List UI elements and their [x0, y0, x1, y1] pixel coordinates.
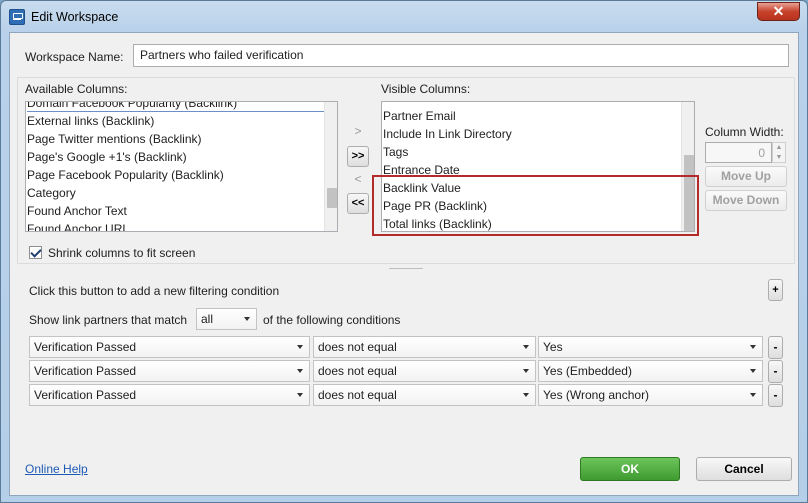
available-columns-list: Domain Facebook Popularity (Backlink) Ex…: [25, 101, 338, 232]
shrink-columns-checkbox[interactable]: [29, 246, 42, 259]
workspace-name-label: Workspace Name:: [25, 50, 124, 64]
available-column-item[interactable]: Found Anchor Text: [27, 202, 127, 220]
shrink-columns-label: Shrink columns to fit screen: [48, 246, 196, 260]
chevron-down-icon: [523, 345, 529, 349]
chevron-down-icon: [244, 317, 250, 321]
chevron-down-icon: [297, 393, 303, 397]
condition-value-select[interactable]: Yes (Wrong anchor): [538, 384, 763, 406]
chevron-down-icon: [297, 345, 303, 349]
condition-operator-select[interactable]: does not equal: [313, 384, 536, 406]
column-width-label: Column Width:: [705, 125, 784, 139]
match-mode-select[interactable]: all: [196, 308, 257, 330]
window-title: Edit Workspace: [31, 10, 119, 24]
scroll-thumb[interactable]: [327, 188, 337, 208]
close-button[interactable]: ✕: [757, 2, 800, 21]
condition-field-select[interactable]: Verification Passed: [29, 360, 310, 382]
filter-hint-text: Click this button to add a new filtering…: [29, 284, 280, 298]
chevron-down-icon: [523, 393, 529, 397]
remove-column-button[interactable]: <: [347, 169, 369, 189]
edit-workspace-window: Edit Workspace ✕ Workspace Name: Partner…: [0, 0, 808, 503]
cancel-button[interactable]: Cancel: [696, 457, 792, 481]
workspace-name-input[interactable]: Partners who failed verification: [133, 44, 789, 67]
condition-operator-select[interactable]: does not equal: [313, 360, 536, 382]
available-column-item[interactable]: Page's Google +1's (Backlink): [27, 148, 187, 166]
visible-column-item[interactable]: Partner Email: [383, 107, 456, 125]
online-help-link[interactable]: Online Help: [25, 462, 88, 476]
available-columns-label: Available Columns:: [25, 82, 128, 96]
splitter-handle[interactable]: [389, 268, 423, 269]
chevron-down-icon: [297, 369, 303, 373]
condition-value-select[interactable]: Yes: [538, 336, 763, 358]
highlight-box: [372, 175, 699, 236]
available-list-scrollbar[interactable]: [324, 102, 337, 231]
visible-columns-label: Visible Columns:: [381, 82, 471, 96]
add-condition-button[interactable]: +: [768, 279, 783, 301]
available-column-item[interactable]: Found Anchor URL: [27, 220, 129, 231]
available-column-item[interactable]: Category: [27, 184, 76, 202]
chevron-down-icon: [523, 369, 529, 373]
remove-all-columns-button[interactable]: <<: [347, 193, 369, 214]
match-prefix-text: Show link partners that match: [29, 313, 188, 327]
match-mode-value: all: [201, 312, 214, 326]
visible-column-item[interactable]: Include In Link Directory: [383, 125, 512, 143]
available-column-item[interactable]: External links (Backlink): [27, 112, 154, 130]
add-column-button[interactable]: >: [347, 121, 369, 141]
condition-field-select[interactable]: Verification Passed: [29, 384, 310, 406]
available-column-item[interactable]: Page Facebook Popularity (Backlink): [27, 166, 224, 184]
move-up-button[interactable]: Move Up: [705, 166, 787, 187]
app-icon: [9, 9, 25, 25]
column-width-spinner[interactable]: ▲ ▼: [772, 142, 786, 163]
condition-operator-select[interactable]: does not equal: [313, 336, 536, 358]
remove-condition-button[interactable]: -: [768, 384, 783, 407]
remove-condition-button[interactable]: -: [768, 336, 783, 359]
move-down-button[interactable]: Move Down: [705, 190, 787, 211]
match-suffix-text: of the following conditions: [263, 313, 401, 327]
dialog-body: Workspace Name: Partners who failed veri…: [9, 32, 799, 496]
column-width-input[interactable]: 0: [705, 142, 772, 163]
title-bar[interactable]: Edit Workspace ✕: [1, 1, 807, 33]
chevron-down-icon: [750, 369, 756, 373]
condition-value-select[interactable]: Yes (Embedded): [538, 360, 763, 382]
add-all-columns-button[interactable]: >>: [347, 146, 369, 167]
chevron-down-icon: [750, 393, 756, 397]
ok-button[interactable]: OK: [580, 457, 680, 481]
chevron-down-icon: [750, 345, 756, 349]
condition-field-select[interactable]: Verification Passed: [29, 336, 310, 358]
visible-column-item[interactable]: Tags: [383, 143, 408, 161]
remove-condition-button[interactable]: -: [768, 360, 783, 383]
available-column-item[interactable]: Page Twitter mentions (Backlink): [27, 130, 202, 148]
